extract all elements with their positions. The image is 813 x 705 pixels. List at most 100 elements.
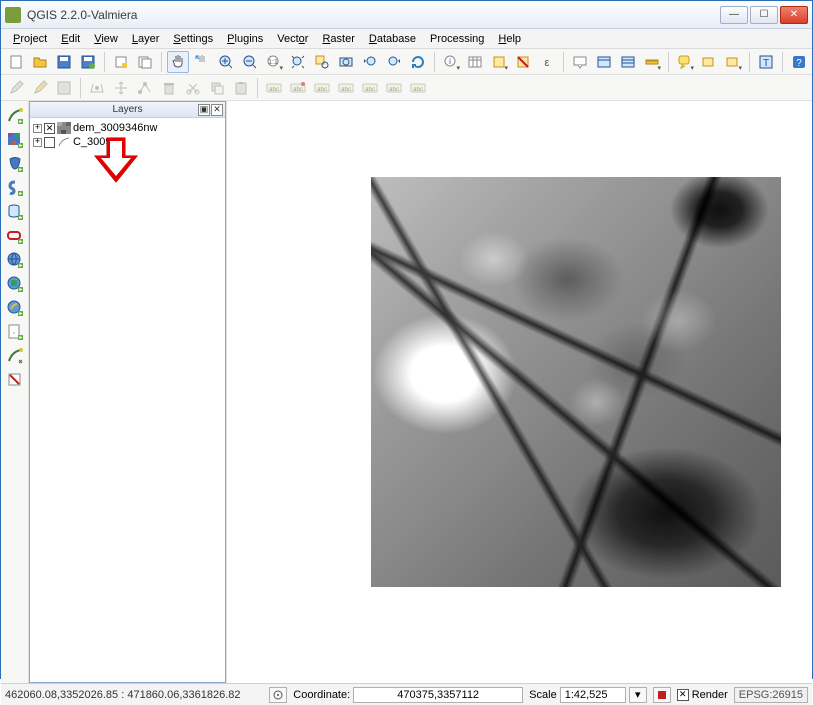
zoom-native-button[interactable]: 1:1 (263, 51, 285, 73)
print-composer-button[interactable] (110, 51, 132, 73)
close-button[interactable]: ✕ (780, 6, 808, 24)
maximize-button[interactable]: ☐ (750, 6, 778, 24)
menu-raster[interactable]: Raster (316, 31, 360, 47)
abc-label-7-button[interactable]: abc (407, 77, 429, 99)
layer-item-dem[interactable]: + ✕ dem_3009346nw (33, 121, 222, 135)
add-raster-layer-button[interactable] (4, 129, 26, 151)
node-tool-button[interactable] (134, 77, 156, 99)
labels-button[interactable] (698, 51, 720, 73)
minimize-button[interactable]: — (720, 6, 748, 24)
add-oracle-layer-button[interactable] (4, 225, 26, 247)
add-wms-layer-button[interactable] (4, 249, 26, 271)
paste-features-button[interactable] (230, 77, 252, 99)
layer-item-vector[interactable]: + ✕ C_3009 (33, 135, 222, 149)
menu-layer[interactable]: Layer (126, 31, 166, 47)
map-canvas[interactable] (226, 101, 812, 683)
status-bar: 462060.08,3352026.85 : 471860.06,3361826… (1, 683, 812, 705)
add-mssql-layer-button[interactable] (4, 201, 26, 223)
copy-features-button[interactable] (206, 77, 228, 99)
menu-plugins[interactable]: Plugins (221, 31, 269, 47)
open-project-button[interactable] (29, 51, 51, 73)
main-area: , Layers ▣ ✕ + ✕ dem_3009346nw + ✕ C_300… (1, 101, 812, 683)
toggle-extents-button[interactable] (269, 687, 287, 703)
menu-edit[interactable]: Edit (55, 31, 86, 47)
remove-layer-button[interactable] (4, 369, 26, 391)
labels-dropdown-button[interactable] (722, 51, 744, 73)
zoom-in-button[interactable] (215, 51, 237, 73)
coordinate-field[interactable] (353, 687, 523, 703)
save-project-button[interactable] (53, 51, 75, 73)
add-wfs-layer-button[interactable] (4, 297, 26, 319)
zoom-out-button[interactable] (239, 51, 261, 73)
abc-label-1-button[interactable]: abc (263, 77, 285, 99)
text-annotation-button[interactable]: T (755, 51, 777, 73)
show-bookmarks-button[interactable] (617, 51, 639, 73)
move-feature-button[interactable] (110, 77, 132, 99)
abc-label-4-button[interactable]: abc (335, 77, 357, 99)
layers-tree[interactable]: + ✕ dem_3009346nw + ✕ C_3009 (30, 118, 225, 682)
zoom-full-button[interactable] (287, 51, 309, 73)
zoom-last-button[interactable] (359, 51, 381, 73)
deselect-button[interactable] (512, 51, 534, 73)
layer-label: dem_3009346nw (73, 122, 157, 134)
add-feature-button[interactable] (86, 77, 108, 99)
new-bookmark-button[interactable] (593, 51, 615, 73)
abc-label-2-button[interactable]: abc (287, 77, 309, 99)
identify-button[interactable]: i (440, 51, 462, 73)
render-label: Render (692, 689, 728, 701)
map-tips-button[interactable] (569, 51, 591, 73)
expand-icon[interactable]: + (33, 138, 42, 147)
menu-bar: Project Edit View Layer Settings Plugins… (1, 29, 812, 49)
menu-project[interactable]: Project (7, 31, 53, 47)
menu-view[interactable]: View (88, 31, 124, 47)
menu-processing[interactable]: Processing (424, 31, 490, 47)
menu-help[interactable]: Help (492, 31, 527, 47)
menu-vector[interactable]: Vector (271, 31, 314, 47)
crs-button[interactable]: EPSG:26915 (734, 687, 808, 703)
new-shapefile-button[interactable] (4, 345, 26, 367)
refresh-button[interactable] (407, 51, 429, 73)
menu-database[interactable]: Database (363, 31, 422, 47)
toggle-editing-button[interactable] (29, 77, 51, 99)
measure-button[interactable] (641, 51, 663, 73)
delete-selected-button[interactable] (158, 77, 180, 99)
add-postgis-layer-button[interactable] (4, 153, 26, 175)
menu-settings[interactable]: Settings (167, 31, 219, 47)
add-wcs-layer-button[interactable] (4, 273, 26, 295)
render-checkbox[interactable]: ✕ (677, 689, 689, 701)
scale-dropdown-button[interactable]: ▾ (629, 687, 647, 703)
stop-render-button[interactable] (653, 687, 671, 703)
window-controls: — ☐ ✕ (720, 6, 808, 24)
undock-panel-button[interactable]: ▣ (198, 104, 210, 116)
add-spatialite-layer-button[interactable] (4, 177, 26, 199)
raster-layer-icon (57, 122, 71, 134)
save-edits-button[interactable] (53, 77, 75, 99)
abc-label-5-button[interactable]: abc (359, 77, 381, 99)
current-edits-button[interactable] (5, 77, 27, 99)
select-button[interactable] (488, 51, 510, 73)
composer-manager-button[interactable] (134, 51, 156, 73)
close-panel-button[interactable]: ✕ (211, 104, 223, 116)
abc-label-6-button[interactable]: abc (383, 77, 405, 99)
new-project-button[interactable] (5, 51, 27, 73)
open-attribute-table-button[interactable] (464, 51, 486, 73)
abc-label-3-button[interactable]: abc (311, 77, 333, 99)
zoom-to-selection-button[interactable] (311, 51, 333, 73)
annotation-button[interactable] (674, 51, 696, 73)
expand-icon[interactable]: + (33, 124, 42, 133)
zoom-next-button[interactable] (383, 51, 405, 73)
pan-to-selection-button[interactable] (191, 51, 213, 73)
layer-checkbox[interactable]: ✕ (44, 137, 55, 148)
layers-panel-header[interactable]: Layers ▣ ✕ (30, 102, 225, 118)
save-as-button[interactable] (77, 51, 99, 73)
add-vector-layer-button[interactable] (4, 105, 26, 127)
zoom-to-layer-button[interactable] (335, 51, 357, 73)
layer-checkbox[interactable]: ✕ (44, 123, 55, 134)
add-delimited-text-button[interactable]: , (4, 321, 26, 343)
svg-text:abc: abc (317, 87, 327, 93)
help-button[interactable]: ? (788, 51, 810, 73)
scale-field[interactable] (560, 687, 626, 703)
select-by-expression-button[interactable]: ε (536, 51, 558, 73)
pan-button[interactable] (167, 51, 189, 73)
cut-features-button[interactable] (182, 77, 204, 99)
